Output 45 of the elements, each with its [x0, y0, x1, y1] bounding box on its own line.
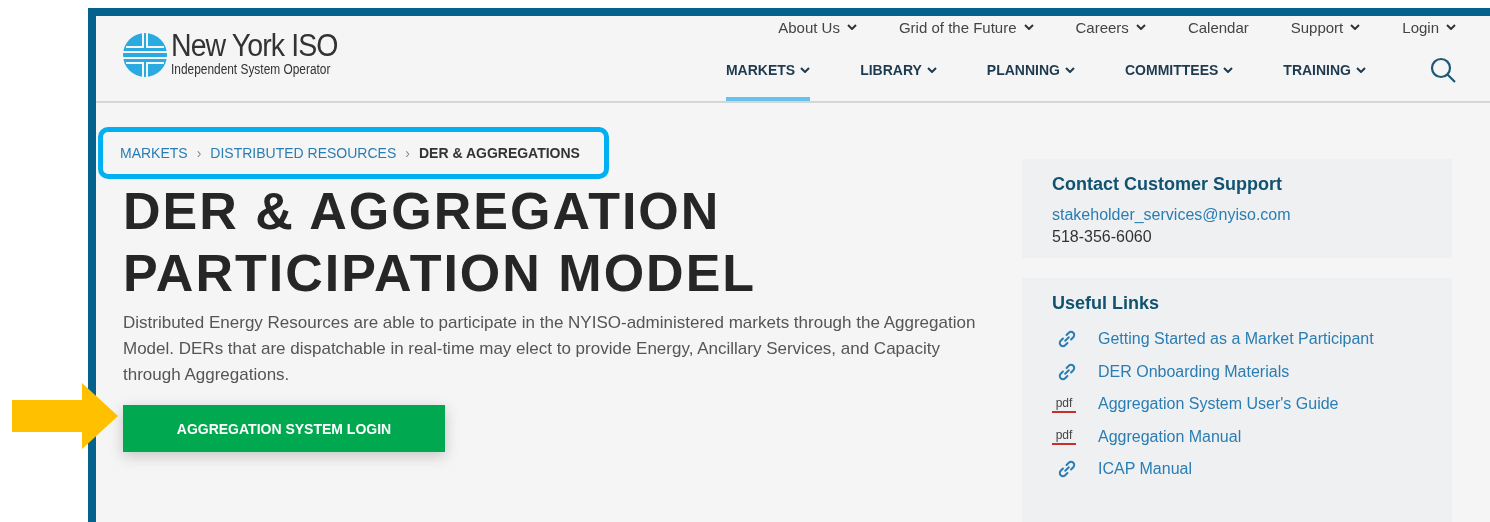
logo-name: New York ISO: [171, 31, 339, 61]
main-nav-tab[interactable]: TRAINING: [1283, 38, 1366, 101]
chevron-icon: [1446, 24, 1456, 30]
top-nav-link[interactable]: Login: [1402, 18, 1456, 36]
chevron-icon: [1223, 66, 1234, 73]
phone-number: 518-356-6060: [1052, 227, 1153, 247]
breadcrumb-link[interactable]: MARKETS: [120, 145, 188, 161]
breadcrumb-link[interactable]: DER & AGGREGATIONS: [418, 145, 580, 161]
main-nav-tab[interactable]: COMMITTEES: [1125, 38, 1234, 101]
chevron-icon: [1356, 66, 1366, 73]
main-nav-tab[interactable]: LIBRARY: [860, 38, 937, 101]
top-nav-link[interactable]: Calendar: [1187, 18, 1249, 36]
breadcrumb-link[interactable]: DISTRIBUTED RESOURCES: [210, 145, 397, 161]
chevron-icon: [1065, 66, 1075, 73]
chevron-icon: [1023, 24, 1034, 30]
top-nav-link[interactable]: Grid of the Future: [898, 18, 1034, 36]
useful-link[interactable]: ICAP Manual: [1098, 460, 1192, 479]
description-text: Distributed Energy Resources are able to participate in the NYISO-administered markets through the Aggregation Model. DERs that are dispatchable in real-time may elect to provide Energy, Ancillary Services, and Capacity through Aggregations.: [123, 312, 977, 386]
chevron-icon: [1135, 24, 1146, 30]
arrow-icon: [12, 383, 118, 449]
useful-link[interactable]: DER Onboarding Materials: [1098, 362, 1290, 381]
useful-link[interactable]: Aggregation Manual: [1098, 427, 1242, 446]
useful-link[interactable]: Aggregation System User's Guide: [1098, 395, 1339, 414]
top-nav-link[interactable]: About Us: [778, 18, 857, 36]
main-nav-tab[interactable]: MARKETS: [725, 38, 811, 101]
link-icon: [1058, 362, 1076, 381]
link-icon: [1058, 460, 1076, 479]
card-title: Useful Links: [1052, 293, 1161, 314]
search-icon[interactable]: [1430, 56, 1456, 83]
card-title: Contact Customer Support: [1052, 174, 1283, 195]
chevron-icon: [846, 24, 857, 30]
breadcrumb-separator: ›: [196, 145, 202, 161]
page-title: DER & AGGREGATION PARTICIPATION MODEL: [123, 181, 758, 304]
top-nav-link[interactable]: Careers: [1075, 18, 1146, 36]
useful-link[interactable]: Getting Started as a Market Participant: [1098, 330, 1374, 349]
email-link[interactable]: stakeholder_services@nyiso.com: [1052, 204, 1422, 226]
breadcrumb-separator: ›: [405, 145, 410, 161]
top-nav-link[interactable]: Support: [1290, 18, 1361, 36]
chevron-icon: [1350, 24, 1361, 30]
chevron-icon: [926, 66, 937, 73]
chevron-icon: [800, 66, 811, 73]
logo-tagline: Independent System Operator: [171, 61, 331, 77]
main-nav-tab[interactable]: PLANNING: [986, 38, 1075, 101]
link-icon: [1058, 330, 1076, 349]
logo-icon: [123, 33, 167, 77]
